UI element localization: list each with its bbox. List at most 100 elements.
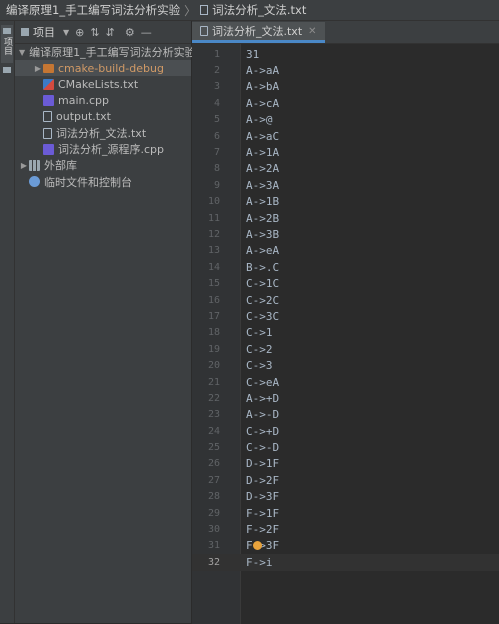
code-line[interactable]: 11 A->2B bbox=[192, 210, 499, 226]
view-dropdown[interactable]: 项目 bbox=[33, 24, 55, 40]
tree-item[interactable]: ▼ 编译原理1_手工编写词法分析实验 bbox=[15, 44, 196, 60]
code-line[interactable]: 27 D->2F bbox=[192, 472, 499, 488]
tree-item[interactable]: 词法分析_文法.txt bbox=[15, 125, 191, 141]
tree-item[interactable]: CMakeLists.txt bbox=[15, 76, 191, 92]
chevron-down-icon[interactable]: ▼ bbox=[19, 48, 25, 57]
tree-item[interactable]: 临时文件和控制台 bbox=[15, 174, 191, 190]
code-line[interactable]: 16 C->2C bbox=[192, 292, 499, 308]
locate-icon[interactable]: ⊕ bbox=[75, 26, 84, 39]
chevron-right-icon[interactable]: ▶ bbox=[19, 161, 29, 170]
line-number: 3 bbox=[213, 81, 220, 93]
folder-icon bbox=[21, 28, 29, 36]
text-file-icon bbox=[43, 111, 52, 123]
code-line[interactable]: 20 C->3 bbox=[192, 357, 499, 373]
code-line[interactable]: 24 C->+D bbox=[192, 423, 499, 439]
tree-item[interactable]: output.txt bbox=[15, 109, 191, 125]
code-text: A->1A bbox=[246, 146, 280, 160]
line-number: 7 bbox=[213, 147, 220, 159]
code-line[interactable]: 2 A->aA bbox=[192, 62, 499, 78]
code-line[interactable]: 6 A->aC bbox=[192, 128, 499, 144]
project-tool-button[interactable]: 项目 bbox=[1, 25, 13, 63]
code-text: C->1C bbox=[246, 277, 280, 291]
line-number: 18 bbox=[207, 327, 220, 339]
line-number: 4 bbox=[213, 97, 220, 109]
line-number: 6 bbox=[213, 130, 220, 142]
code-text: C->1 bbox=[246, 326, 273, 340]
code-line[interactable]: 32 F->i bbox=[192, 554, 499, 571]
code-line[interactable]: 15 C->1C bbox=[192, 275, 499, 291]
lightbulb-icon[interactable] bbox=[253, 540, 262, 550]
editor-tab-label: 词法分析_文法.txt bbox=[212, 25, 303, 38]
code-text: A->2B bbox=[246, 211, 280, 225]
breadcrumb-project[interactable]: 编译原理1_手工编写词法分析实验 bbox=[0, 2, 180, 18]
hide-icon[interactable]: — bbox=[141, 26, 152, 39]
structure-icon[interactable] bbox=[3, 67, 11, 73]
library-icon bbox=[29, 159, 40, 171]
code-line[interactable]: 10 A->1B bbox=[192, 194, 499, 210]
code-line[interactable]: 3 A->bA bbox=[192, 79, 499, 95]
code-line[interactable]: 1 31 bbox=[192, 46, 499, 62]
project-tree: ▼ 编译原理1_手工编写词法分析实验 ▶ cmake-build-debug CMake… bbox=[15, 44, 196, 190]
code-line[interactable]: 23 A->-D bbox=[192, 407, 499, 423]
code-text: C->2C bbox=[246, 293, 280, 307]
code-text: 31 bbox=[246, 47, 260, 61]
code-line[interactable]: 18 C->1 bbox=[192, 325, 499, 341]
line-number: 19 bbox=[207, 343, 220, 355]
collapse-all-icon[interactable]: ⇵ bbox=[106, 26, 115, 39]
tree-item[interactable]: ▶ 外部库 bbox=[15, 157, 191, 173]
line-number: 16 bbox=[207, 294, 220, 306]
code-text: C->2 bbox=[246, 342, 273, 356]
line-number: 25 bbox=[207, 442, 220, 454]
code-text: A->aC bbox=[246, 129, 280, 143]
code-text: A->bA bbox=[246, 80, 280, 94]
project-panel: 项目 ▼ ⊕ ⇅ ⇵ ⚙ — ▼ 编译原理1_手工编写词法分析实验 ▶ cmake-b… bbox=[15, 21, 196, 623]
line-number: 10 bbox=[207, 196, 220, 208]
line-number: 24 bbox=[207, 425, 220, 437]
line-number: 1 bbox=[213, 48, 220, 60]
cpp-file-icon bbox=[43, 143, 54, 155]
code-line[interactable]: 9 A->3A bbox=[192, 177, 499, 193]
line-number: 32 bbox=[207, 556, 220, 568]
code-line[interactable]: 19 C->2 bbox=[192, 341, 499, 357]
code-line[interactable]: 5 A->@ bbox=[192, 112, 499, 128]
line-number: 8 bbox=[213, 163, 220, 175]
code-line[interactable]: 29 F->1F bbox=[192, 505, 499, 521]
line-number: 12 bbox=[207, 228, 220, 240]
text-file-icon bbox=[200, 5, 209, 15]
code-line[interactable]: 12 A->3B bbox=[192, 226, 499, 242]
code-line[interactable]: 28 D->3F bbox=[192, 489, 499, 505]
chevron-right-icon[interactable]: ▶ bbox=[33, 64, 43, 73]
tree-item-label: main.cpp bbox=[58, 94, 109, 108]
gear-icon[interactable]: ⚙ bbox=[125, 26, 135, 39]
tree-item[interactable]: main.cpp bbox=[15, 93, 191, 109]
code-line[interactable]: 30 F->2F bbox=[192, 521, 499, 537]
breadcrumb-file[interactable]: 词法分析_文法.txt bbox=[212, 2, 306, 18]
text-file-icon bbox=[200, 26, 208, 36]
code-text: A->1B bbox=[246, 195, 280, 209]
line-number: 21 bbox=[207, 376, 220, 388]
editor-tab[interactable]: 词法分析_文法.txt ✕ bbox=[192, 22, 325, 43]
code-line[interactable]: 4 A->cA bbox=[192, 95, 499, 111]
code-line[interactable]: 26 D->1F bbox=[192, 456, 499, 472]
close-icon[interactable]: ✕ bbox=[308, 26, 316, 37]
code-line[interactable]: 7 A->1A bbox=[192, 144, 499, 160]
tree-item[interactable]: ▶ cmake-build-debug bbox=[15, 60, 191, 77]
tree-item-label: output.txt bbox=[56, 110, 111, 124]
code-line[interactable]: 17 C->3C bbox=[192, 308, 499, 324]
code-line[interactable]: 21 C->eA bbox=[192, 374, 499, 390]
code-area[interactable]: 1 31 2 A->aA 3 A->bA 4 A->cA 5 A->@ 6 A->aC 7 A->1A 8 A… bbox=[192, 44, 499, 624]
code-line[interactable]: 31 F->3F bbox=[192, 538, 499, 554]
code-line[interactable]: 25 C->-D bbox=[192, 439, 499, 455]
code-text: C->3C bbox=[246, 309, 280, 323]
code-line[interactable]: 22 A->+D bbox=[192, 390, 499, 406]
line-number: 26 bbox=[207, 458, 220, 470]
tree-item-label: 词法分析_文法.txt bbox=[56, 127, 147, 141]
code-line[interactable]: 8 A->2A bbox=[192, 161, 499, 177]
chevron-down-icon[interactable]: ▼ bbox=[63, 28, 69, 37]
tree-item[interactable]: 词法分析_源程序.cpp bbox=[15, 141, 191, 157]
line-number: 9 bbox=[213, 179, 220, 191]
expand-all-icon[interactable]: ⇅ bbox=[90, 26, 99, 39]
code-line[interactable]: 13 A->eA bbox=[192, 243, 499, 259]
code-text: A->@ bbox=[246, 113, 273, 127]
code-line[interactable]: 14 B->.C bbox=[192, 259, 499, 275]
